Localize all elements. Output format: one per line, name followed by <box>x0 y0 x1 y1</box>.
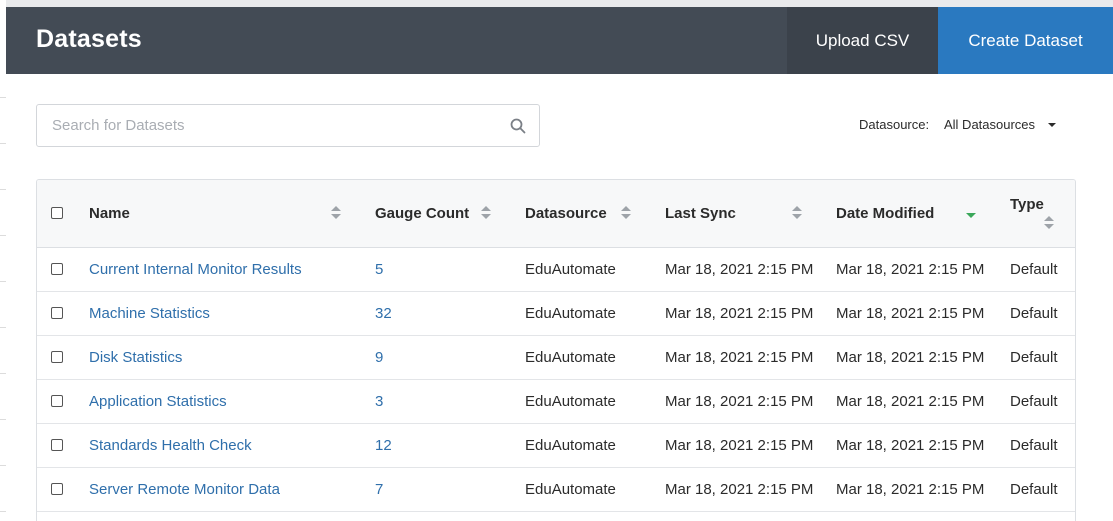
datasource-filter-dropdown[interactable]: All Datasources <box>944 117 1057 132</box>
page-title: Datasets <box>36 25 142 53</box>
column-header-gauge-count[interactable]: Gauge Count <box>375 205 469 222</box>
column-header-name[interactable]: Name <box>89 205 130 222</box>
sort-icon[interactable] <box>1044 216 1054 230</box>
type-cell: Default <box>1010 393 1058 410</box>
datasource-cell: EduAutomate <box>525 437 616 454</box>
last-sync-cell: Mar 18, 2021 2:15 PM <box>665 261 814 278</box>
modal-header: Datasets Upload CSV Create Dataset <box>6 7 1113 74</box>
row-checkbox[interactable] <box>51 483 63 495</box>
datasource-filter-value: All Datasources <box>944 117 1036 132</box>
table-row: Standards Health Check 12 EduAutomate Ma… <box>37 424 1075 468</box>
table-row: Server Remote Monitor Data 7 EduAutomate… <box>37 468 1075 512</box>
date-modified-cell: Mar 18, 2021 2:15 PM <box>836 437 985 454</box>
date-modified-cell: Mar 18, 2021 2:15 PM <box>836 305 985 322</box>
dataset-name-link[interactable]: Server Remote Monitor Data <box>89 481 280 498</box>
column-header-type[interactable]: Type <box>1010 196 1044 213</box>
last-sync-cell: Mar 18, 2021 2:15 PM <box>665 437 814 454</box>
table-row: Application Statistics 3 EduAutomate Mar… <box>37 380 1075 424</box>
date-modified-cell: Mar 18, 2021 2:15 PM <box>836 261 985 278</box>
last-sync-cell: Mar 18, 2021 2:15 PM <box>665 349 814 366</box>
table-row: Disk Statistics 9 EduAutomate Mar 18, 20… <box>37 336 1075 380</box>
search-box <box>36 104 540 147</box>
datasets-table: Name Gauge Count Datasource Last Sync Da… <box>36 179 1076 521</box>
sort-icon[interactable] <box>481 206 491 220</box>
caret-down-icon <box>1048 122 1057 127</box>
datasource-cell: EduAutomate <box>525 393 616 410</box>
search-icon[interactable] <box>510 118 526 134</box>
row-checkbox[interactable] <box>51 439 63 451</box>
sort-icon[interactable] <box>621 206 631 220</box>
table-row: Current Internal Monitor Results 5 EduAu… <box>37 248 1075 292</box>
sort-icon[interactable] <box>331 206 341 220</box>
last-sync-cell: Mar 18, 2021 2:15 PM <box>665 393 814 410</box>
row-checkbox[interactable] <box>51 351 63 363</box>
dataset-name-link[interactable]: Disk Statistics <box>89 349 182 366</box>
datasource-cell: EduAutomate <box>525 261 616 278</box>
gauge-count-link[interactable]: 5 <box>375 261 383 278</box>
gauge-count-link[interactable]: 32 <box>375 305 392 322</box>
datasource-cell: EduAutomate <box>525 349 616 366</box>
datasets-modal: Datasets Upload CSV Create Dataset Datas… <box>6 7 1113 521</box>
date-modified-cell: Mar 18, 2021 2:15 PM <box>836 393 985 410</box>
datasource-cell: EduAutomate <box>525 481 616 498</box>
type-cell: Default <box>1010 349 1058 366</box>
gauge-count-link[interactable]: 7 <box>375 481 383 498</box>
column-header-date-modified[interactable]: Date Modified <box>836 205 934 222</box>
type-cell: Default <box>1010 481 1058 498</box>
create-dataset-button[interactable]: Create Dataset <box>938 7 1113 74</box>
last-sync-cell: Mar 18, 2021 2:15 PM <box>665 481 814 498</box>
table-row: Machine Statistics 32 EduAutomate Mar 18… <box>37 292 1075 336</box>
sort-descending-icon[interactable] <box>966 213 976 218</box>
column-header-datasource[interactable]: Datasource <box>525 205 607 222</box>
row-checkbox[interactable] <box>51 307 63 319</box>
table-header: Name Gauge Count Datasource Last Sync Da… <box>37 180 1075 248</box>
gauge-count-link[interactable]: 9 <box>375 349 383 366</box>
dataset-name-link[interactable]: Application Statistics <box>89 393 227 410</box>
row-checkbox[interactable] <box>51 263 63 275</box>
dataset-name-link[interactable]: Current Internal Monitor Results <box>89 261 302 278</box>
upload-csv-button[interactable]: Upload CSV <box>787 7 938 74</box>
type-cell: Default <box>1010 437 1058 454</box>
type-cell: Default <box>1010 261 1058 278</box>
sort-icon[interactable] <box>792 206 802 220</box>
last-sync-cell: Mar 18, 2021 2:15 PM <box>665 305 814 322</box>
dataset-name-link[interactable]: Machine Statistics <box>89 305 210 322</box>
datasource-filter-label: Datasource: <box>859 117 930 132</box>
gauge-count-link[interactable]: 3 <box>375 393 383 410</box>
row-checkbox[interactable] <box>51 395 63 407</box>
search-input[interactable] <box>52 105 502 146</box>
date-modified-cell: Mar 18, 2021 2:15 PM <box>836 481 985 498</box>
gauge-count-link[interactable]: 12 <box>375 437 392 454</box>
type-cell: Default <box>1010 305 1058 322</box>
dataset-name-link[interactable]: Standards Health Check <box>89 437 252 454</box>
column-header-last-sync[interactable]: Last Sync <box>665 205 736 222</box>
datasource-cell: EduAutomate <box>525 305 616 322</box>
date-modified-cell: Mar 18, 2021 2:15 PM <box>836 349 985 366</box>
select-all-checkbox[interactable] <box>51 207 63 219</box>
